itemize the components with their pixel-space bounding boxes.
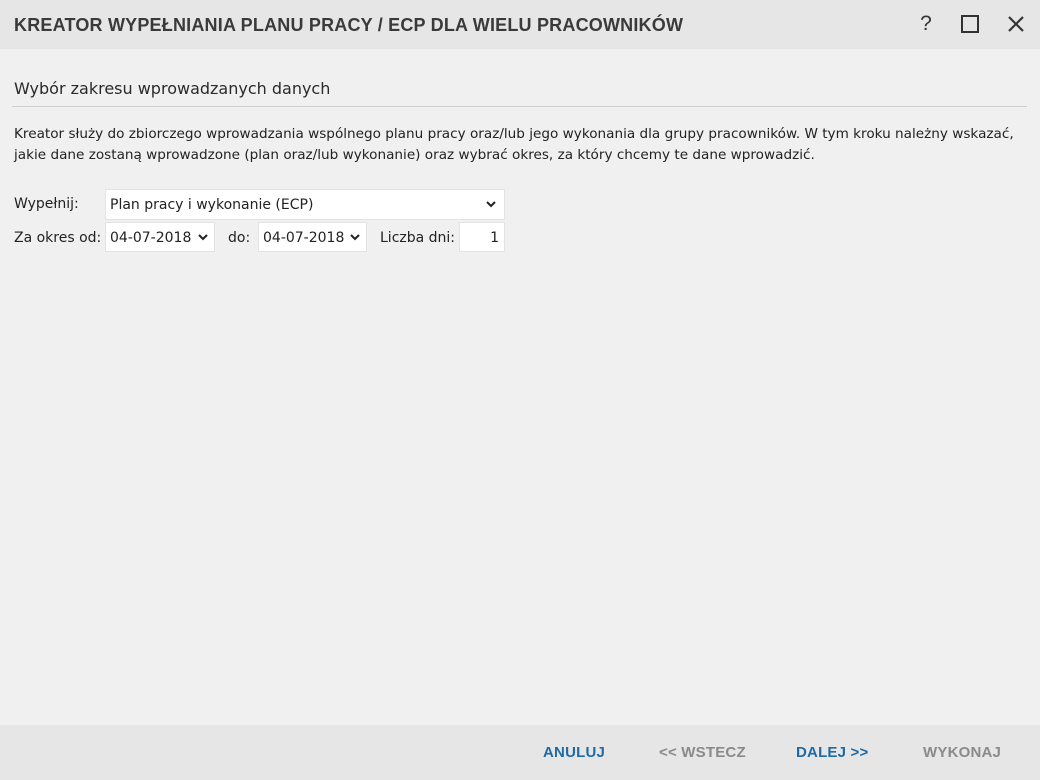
cancel-button[interactable]: ANULUJ: [543, 744, 605, 761]
divider: [12, 106, 1027, 107]
maximize-icon[interactable]: [958, 12, 982, 36]
date-to-value: 04-07-2018: [263, 230, 345, 246]
fill-label: Wypełnij:: [14, 196, 79, 212]
chevron-down-icon: [486, 201, 496, 208]
back-button[interactable]: << WSTECZ: [659, 744, 746, 761]
days-count-label: Liczba dni:: [380, 230, 456, 246]
period-from-label: Za okres od:: [14, 230, 102, 246]
fill-select[interactable]: Plan pracy i wykonanie (ECP): [105, 189, 505, 220]
help-icon[interactable]: ?: [914, 12, 938, 36]
date-to-picker[interactable]: 04-07-2018: [258, 222, 367, 252]
fill-select-value: Plan pracy i wykonanie (ECP): [110, 197, 314, 213]
window-title: KREATOR WYPEŁNIANIA PLANU PRACY / ECP DL…: [14, 15, 684, 35]
days-count-value: 1: [490, 230, 499, 246]
title-bar: KREATOR WYPEŁNIANIA PLANU PRACY / ECP DL…: [0, 0, 1040, 49]
next-button[interactable]: DALEJ >>: [796, 744, 868, 761]
description-text: Kreator służy do zbiorczego wprowadzania…: [14, 126, 1014, 163]
date-from-picker[interactable]: 04-07-2018: [105, 222, 215, 252]
execute-button[interactable]: WYKONAJ: [923, 744, 1001, 761]
period-to-label: do:: [228, 230, 251, 246]
footer-bar: ANULUJ << WSTECZ DALEJ >> WYKONAJ: [0, 725, 1040, 780]
chevron-down-icon: [198, 234, 208, 241]
close-icon[interactable]: [1004, 12, 1028, 36]
days-count-field[interactable]: 1: [459, 222, 505, 252]
chevron-down-icon: [350, 234, 360, 241]
date-from-value: 04-07-2018: [110, 230, 192, 246]
section-title: Wybór zakresu wprowadzanych danych: [14, 79, 331, 98]
